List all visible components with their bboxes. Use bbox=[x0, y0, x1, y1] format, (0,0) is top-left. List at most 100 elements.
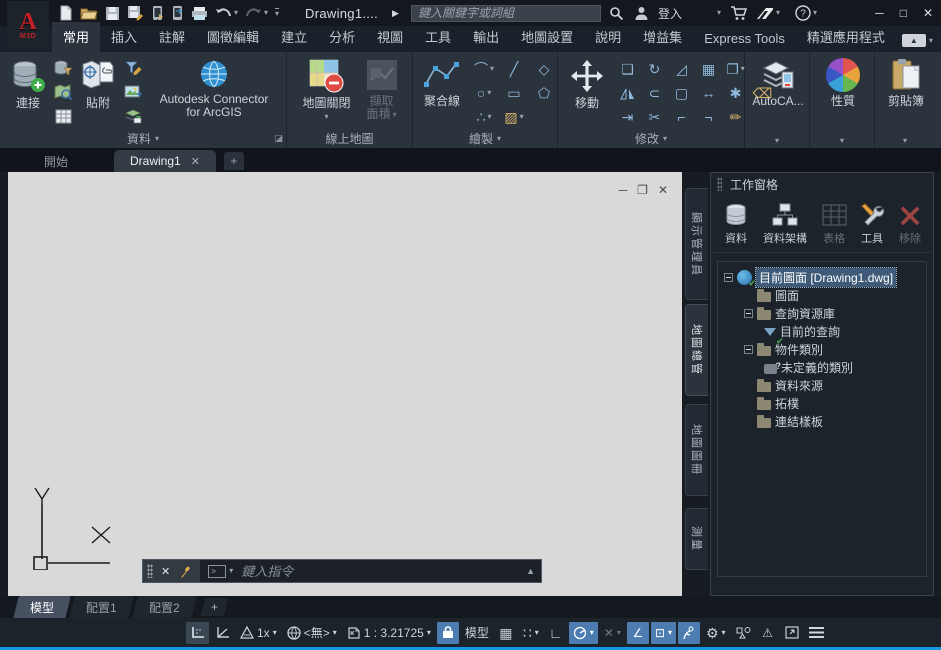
object-snap-2d-button[interactable]: ⊡▾ bbox=[651, 622, 676, 644]
customize-wrench-icon[interactable] bbox=[178, 564, 192, 578]
ortho-mode-button[interactable]: ∟ bbox=[545, 622, 567, 644]
help-search-box[interactable] bbox=[411, 5, 601, 22]
open-file-icon[interactable] bbox=[80, 6, 98, 21]
mirror-tool[interactable] bbox=[614, 87, 641, 100]
rotate-tool[interactable]: ↻ bbox=[641, 62, 668, 76]
hatch-tool[interactable]: ▨▾ bbox=[499, 110, 529, 124]
clipboard-button[interactable]: 剪貼簿 bbox=[884, 56, 928, 110]
drawing-canvas[interactable]: ─ ❐ ✕ Y X ✕ > ▾ bbox=[8, 172, 682, 596]
ribbon-tab-output[interactable]: 輸出 bbox=[462, 22, 510, 52]
polar-tracking-button[interactable]: ▾ bbox=[569, 622, 598, 644]
annotation-scale-button[interactable]: 1x▾ bbox=[236, 622, 281, 644]
open-from-mobile-icon[interactable] bbox=[171, 5, 184, 21]
ribbon-tab-create[interactable]: 建立 bbox=[270, 22, 318, 52]
drawing-close-button[interactable]: ✕ bbox=[658, 183, 668, 197]
polygon-tool[interactable]: ⬠ bbox=[529, 86, 559, 100]
expand-toggle-icon[interactable] bbox=[744, 309, 753, 318]
new-drawing-tab-button[interactable]: + bbox=[224, 152, 244, 170]
tree-item-current-query[interactable]: 目前的查詢 bbox=[722, 322, 922, 340]
window-minimize-button[interactable]: ─ bbox=[875, 6, 884, 20]
undo-dropdown-icon[interactable]: ▾ bbox=[234, 9, 238, 17]
layout-tab-layout2[interactable]: 配置2 bbox=[132, 596, 196, 619]
undo-button[interactable]: ▾ bbox=[215, 7, 238, 20]
coordinate-system-button[interactable]: <無>▾ bbox=[283, 622, 341, 644]
tree-item-query-library[interactable]: 查詢資源庫 bbox=[722, 304, 922, 322]
command-line-bar[interactable]: ✕ > ▾ ▲ bbox=[142, 559, 542, 583]
autocad-layers-button[interactable]: AutoCA... bbox=[748, 56, 807, 110]
points-tool[interactable]: ∴▾ bbox=[469, 110, 499, 124]
connect-button[interactable]: 連接 bbox=[6, 56, 50, 112]
stretch-tool[interactable]: ▢ bbox=[668, 86, 695, 100]
title-expand-icon[interactable]: ▶ bbox=[392, 8, 399, 19]
tree-item-object-classes[interactable]: 物件類別 bbox=[722, 340, 922, 358]
dynamic-ucs-button[interactable] bbox=[211, 622, 234, 644]
grid-display-button[interactable]: ▦ bbox=[495, 622, 517, 644]
map-off-button[interactable]: 地圖關閉 ▾ bbox=[298, 56, 354, 123]
rectangle-tool[interactable]: ▭ bbox=[499, 86, 529, 100]
offset-tool[interactable]: ⊂ bbox=[641, 86, 668, 100]
extend-tool[interactable]: ⇥ bbox=[614, 110, 641, 124]
sign-in-button[interactable]: 登入 bbox=[658, 5, 682, 22]
circle-tool[interactable]: ○▾ bbox=[469, 86, 499, 100]
table-icon[interactable] bbox=[53, 106, 73, 126]
command-line-handle[interactable]: ✕ bbox=[143, 560, 200, 582]
save-icon[interactable] bbox=[105, 6, 120, 21]
draw-panel-label[interactable]: 繪製▾ bbox=[413, 129, 557, 148]
help-search-input[interactable] bbox=[412, 6, 600, 20]
properties-panel-dropdown-icon[interactable]: ▾ bbox=[840, 137, 844, 145]
window-close-button[interactable]: ✕ bbox=[923, 6, 933, 20]
scale-tool[interactable]: ◿ bbox=[668, 62, 695, 76]
line-tool[interactable]: ╱ bbox=[499, 62, 529, 76]
task-pane-header[interactable]: 工作窗格 bbox=[711, 173, 933, 195]
qat-customize-icon[interactable]: ▾ bbox=[275, 8, 279, 18]
layout-tab-layout1[interactable]: 配置1 bbox=[69, 596, 133, 619]
file-tab-close-icon[interactable]: ✕ bbox=[191, 155, 200, 168]
tree-item-link-templates[interactable]: 連結樣板 bbox=[722, 412, 922, 430]
annotation-visibility-button[interactable] bbox=[678, 622, 700, 644]
taskpane-tools-button[interactable]: 工具 bbox=[855, 203, 889, 246]
database-filter-icon[interactable] bbox=[53, 58, 73, 78]
map-search-icon[interactable] bbox=[53, 82, 73, 102]
tree-item-data-sources[interactable]: 資料來源 bbox=[722, 376, 922, 394]
autocad-panel-dropdown-icon[interactable]: ▾ bbox=[775, 137, 779, 145]
data-panel-label[interactable]: 資料▾ bbox=[0, 129, 286, 148]
plot-icon[interactable] bbox=[191, 6, 208, 21]
ribbon-tab-home[interactable]: 常用 bbox=[52, 22, 100, 52]
ribbon-tab-help[interactable]: 說明 bbox=[584, 22, 632, 52]
copy-tool[interactable]: ❏ bbox=[614, 62, 641, 76]
side-tab-survey[interactable]: 測量 bbox=[685, 508, 708, 570]
query-edit-icon[interactable] bbox=[123, 58, 143, 78]
layer-import-icon[interactable] bbox=[123, 106, 143, 126]
move-button[interactable]: 移動 bbox=[564, 56, 610, 112]
modify-panel-label[interactable]: 修改▾ bbox=[558, 129, 744, 148]
help-icon[interactable]: ? bbox=[795, 5, 811, 21]
new-file-icon[interactable] bbox=[58, 5, 73, 21]
snap-mode-button[interactable]: ∷▾ bbox=[519, 622, 543, 644]
clean-screen-button[interactable] bbox=[781, 622, 803, 644]
shorten-tool[interactable]: ↔ bbox=[695, 86, 722, 100]
search-icon[interactable] bbox=[609, 6, 624, 21]
expand-toggle-icon[interactable] bbox=[724, 273, 733, 282]
taskpane-schema-button[interactable]: 資料架構 bbox=[757, 203, 813, 246]
point-style-tool[interactable]: ◇ bbox=[529, 62, 559, 76]
tree-item-drawings[interactable]: 圖面 bbox=[722, 286, 922, 304]
side-tab-display-manager[interactable]: 顯示管理員 bbox=[685, 188, 708, 300]
command-line-close-icon[interactable]: ✕ bbox=[161, 565, 170, 578]
signin-dropdown-icon[interactable]: ▾ bbox=[717, 9, 721, 17]
redo-button[interactable]: ▾ bbox=[245, 7, 268, 20]
warning-notifications-button[interactable]: ⚠ bbox=[757, 622, 779, 644]
join-tool[interactable]: ⌐ bbox=[668, 110, 695, 124]
side-tab-map-explorer[interactable]: 地圖總管 bbox=[685, 304, 708, 396]
drawing-minimize-button[interactable]: ─ bbox=[619, 183, 628, 197]
ribbon-tab-annotate[interactable]: 註解 bbox=[148, 22, 196, 52]
map-off-dropdown-icon[interactable]: ▾ bbox=[324, 113, 328, 121]
grid-axes-button[interactable] bbox=[186, 622, 209, 644]
ribbon-tab-tools[interactable]: 工具 bbox=[414, 22, 462, 52]
viewport-lock-button[interactable] bbox=[437, 622, 459, 644]
isolate-objects-button[interactable] bbox=[732, 622, 755, 644]
file-tab-drawing1[interactable]: Drawing1 ✕ bbox=[114, 150, 216, 172]
application-menu-button[interactable]: A M3D bbox=[7, 1, 49, 49]
save-to-mobile-icon[interactable] bbox=[151, 5, 164, 21]
ribbon-tab-addins[interactable]: 增益集 bbox=[632, 22, 693, 52]
command-expand-icon[interactable]: ▲ bbox=[526, 566, 541, 576]
